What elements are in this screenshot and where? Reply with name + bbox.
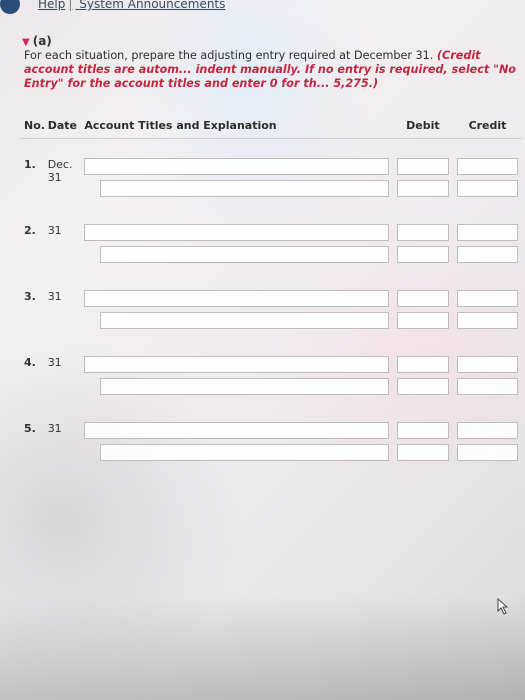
credit-input[interactable] [457,246,518,263]
account-title-input[interactable] [100,246,389,263]
entry-number: 1. [24,158,36,171]
table-header-row: No. Date Account Titles and Explanation … [20,115,522,139]
credit-cell [453,287,522,337]
credit-input[interactable] [457,158,518,175]
debit-input[interactable] [396,312,450,329]
debit-input[interactable] [396,422,450,439]
account-title-input[interactable] [84,290,389,307]
col-no: No. [20,115,45,139]
account-cell [80,419,392,469]
debit-input[interactable] [396,158,450,175]
entry-date: 31 [47,224,62,237]
entry-date: 31 [47,356,62,369]
entry-row-1: 1. Dec. 31 [20,155,522,205]
credit-cell [453,221,522,271]
system-announcements-link[interactable]: System Announcements [79,0,225,11]
debit-input[interactable] [396,180,450,197]
debit-input[interactable] [396,290,450,307]
credit-input[interactable] [457,356,518,373]
entry-date: 31 [47,422,62,435]
debit-input[interactable] [396,378,450,395]
debit-cell [393,155,453,205]
top-bar: Help | System Announcements [0,0,525,14]
col-credit: Credit [453,115,522,139]
credit-cell [453,155,522,205]
journal-entry-table: No. Date Account Titles and Explanation … [20,115,522,469]
account-title-input[interactable] [84,356,389,373]
help-link[interactable]: Help [38,0,65,11]
col-date: Date [43,115,81,139]
credit-cell [453,353,522,403]
instructions: For each situation, prepare the adjustin… [24,49,520,91]
credit-input[interactable] [457,180,518,197]
account-cell [80,221,392,271]
caret-down-icon: ▼ [22,37,30,48]
hand-pointer-icon [497,597,509,615]
section-label: (a) [32,34,52,48]
credit-input[interactable] [457,224,518,241]
entry-date: Dec. 31 [47,158,73,184]
credit-input[interactable] [457,444,518,461]
top-links: Help | System Announcements [38,0,228,11]
col-debit: Debit [392,115,454,139]
section-toggle[interactable]: ▼ (a) [22,34,52,48]
debit-cell [393,353,453,403]
account-title-input[interactable] [100,180,389,197]
credit-input[interactable] [457,378,518,395]
debit-cell [393,419,453,469]
debit-cell [393,221,453,271]
entry-number: 4. [24,356,36,369]
account-title-input[interactable] [84,422,389,439]
account-title-input[interactable] [100,444,389,461]
credit-input[interactable] [457,312,518,329]
entry-number: 2. [24,224,36,237]
debit-input[interactable] [396,246,450,263]
account-title-input[interactable] [84,158,389,175]
account-title-input[interactable] [84,224,389,241]
entry-date: 31 [47,290,62,303]
debit-cell [393,287,453,337]
account-cell [80,353,392,403]
entry-row-2: 2. 31 [20,221,522,271]
debit-input[interactable] [396,356,450,373]
instructions-plain: For each situation, prepare the adjustin… [24,49,434,62]
account-title-input[interactable] [100,312,389,329]
logo-mark [0,0,20,14]
entry-row-4: 4. 31 [20,353,522,403]
account-title-input[interactable] [100,378,389,395]
link-separator: | [68,0,73,11]
credit-input[interactable] [457,290,518,307]
credit-cell [453,419,522,469]
debit-input[interactable] [396,444,450,461]
debit-input[interactable] [396,224,450,241]
credit-input[interactable] [457,422,518,439]
entry-row-5: 5. 31 [20,419,522,469]
col-account: Account Titles and Explanation [80,115,393,139]
account-cell [80,287,392,337]
account-cell [80,155,392,205]
entry-row-3: 3. 31 [20,287,522,337]
entry-number: 3. [24,290,36,303]
entry-number: 5. [24,422,36,435]
